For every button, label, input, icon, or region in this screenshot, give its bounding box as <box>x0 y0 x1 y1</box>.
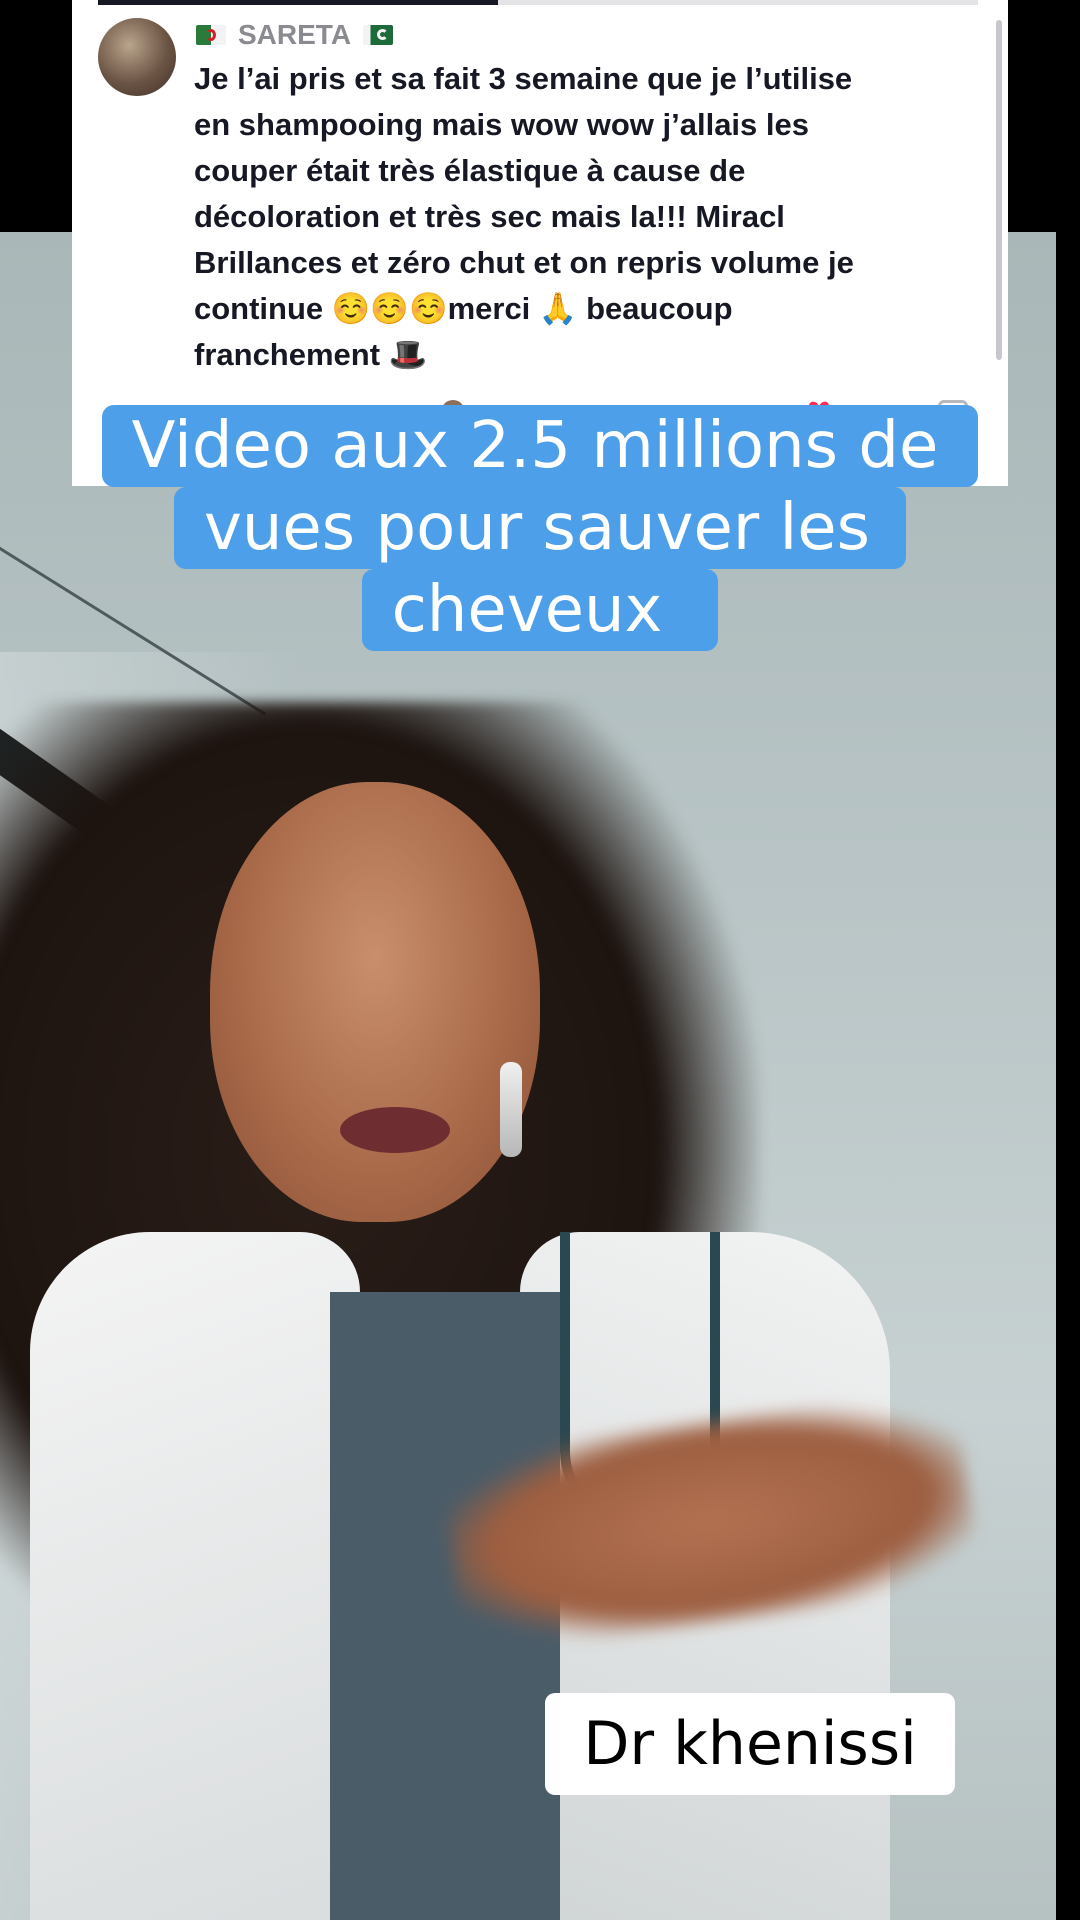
caption-line-3: cheveux <box>0 569 1080 651</box>
presenter-face <box>210 782 540 1222</box>
presenter-lips <box>340 1107 450 1153</box>
caption-line-2: vues pour sauver les <box>0 487 1080 569</box>
pakistan-flag-icon <box>363 25 394 45</box>
lab-coat-left <box>30 1232 360 1920</box>
username-row: SARETA <box>196 18 394 52</box>
earring <box>500 1062 522 1157</box>
algeria-flag-icon <box>196 25 226 45</box>
scrollbar[interactable] <box>996 20 1002 360</box>
name-tag: Dr khenissi <box>545 1693 955 1795</box>
caption-line-1: Video aux 2.5 millions de <box>0 405 1080 487</box>
comment-text: Je l’ai pris et sa fait 3 semaine que je… <box>194 61 854 372</box>
avatar[interactable] <box>98 18 176 96</box>
progress-bar <box>98 0 498 5</box>
comment-username[interactable]: SARETA <box>238 19 351 51</box>
